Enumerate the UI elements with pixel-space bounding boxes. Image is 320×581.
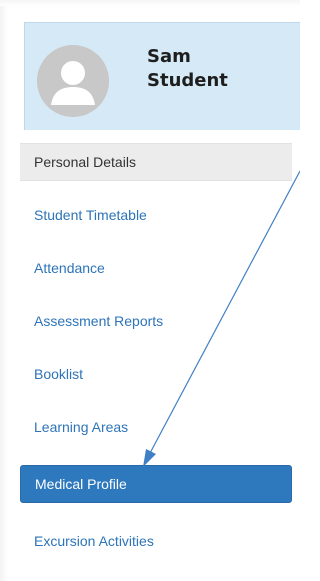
- sidebar-item-label: Personal Details: [34, 154, 136, 170]
- avatar-icon: [37, 45, 109, 117]
- student-first-name: Sam: [147, 46, 191, 67]
- sidebar-item-assessment-reports[interactable]: Assessment Reports: [20, 302, 292, 340]
- top-edge-shadow: [0, 0, 300, 6]
- sidebar-item-label: Attendance: [34, 260, 105, 276]
- sidebar-item-medical-profile[interactable]: Medical Profile: [20, 465, 292, 503]
- sidebar-item-booklist[interactable]: Booklist: [20, 355, 292, 393]
- student-last-name: Student: [147, 70, 228, 91]
- sidebar-item-excursion-activities[interactable]: Excursion Activities: [20, 522, 292, 560]
- sidebar-item-label: Medical Profile: [35, 476, 127, 492]
- sidebar-item-student-timetable[interactable]: Student Timetable: [20, 196, 292, 234]
- sidebar-item-label: Student Timetable: [34, 207, 147, 223]
- student-profile-card: Sam Student: [24, 22, 300, 130]
- sidebar-item-label: Learning Areas: [34, 419, 129, 435]
- sidebar-item-label: Excursion Activities: [34, 533, 154, 549]
- sidebar-item-attendance[interactable]: Attendance: [20, 249, 292, 287]
- user-silhouette-icon: [37, 45, 109, 117]
- left-edge-shadow: [0, 0, 8, 581]
- sidebar-item-personal-details[interactable]: Personal Details: [20, 143, 292, 181]
- student-portal-sidebar: Sam Student Personal Details Student Tim…: [0, 0, 300, 581]
- student-name: Sam Student: [147, 45, 228, 93]
- sidebar-item-learning-areas[interactable]: Learning Areas: [20, 408, 292, 446]
- sidebar-item-label: Assessment Reports: [34, 313, 164, 329]
- sidebar-item-label: Booklist: [34, 366, 84, 382]
